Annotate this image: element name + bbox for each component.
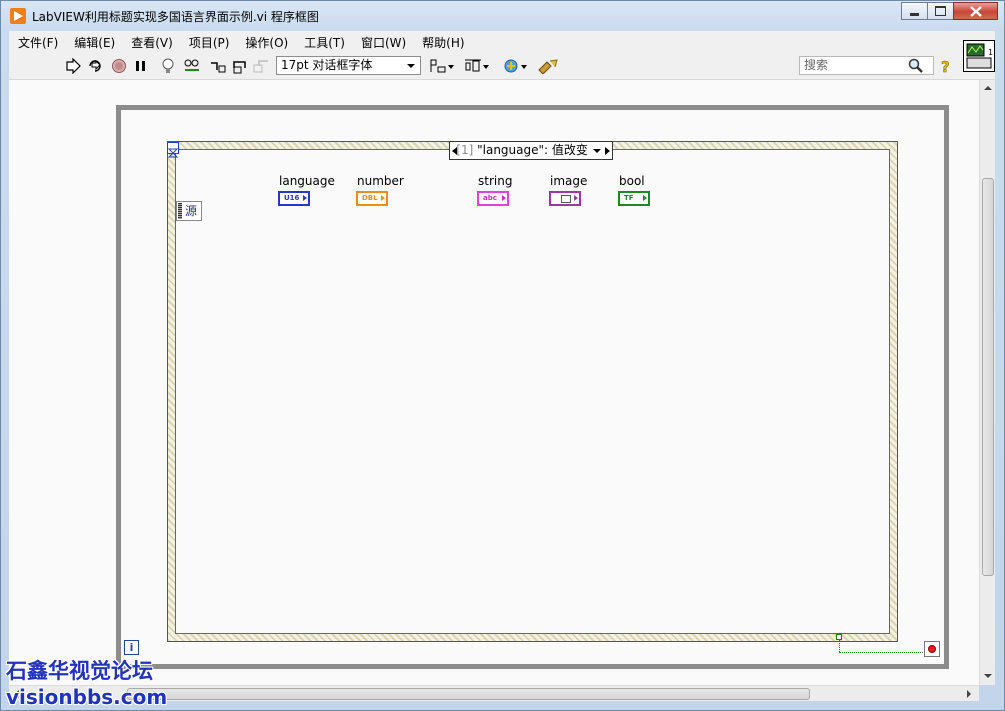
retain-wire-values-icon[interactable] bbox=[183, 58, 201, 74]
number-terminal[interactable]: DBL bbox=[356, 191, 388, 206]
stop-icon bbox=[928, 645, 936, 653]
bool-type: TF bbox=[624, 194, 634, 202]
timeout-terminal[interactable] bbox=[167, 142, 179, 158]
language-type: U16 bbox=[284, 194, 300, 202]
menu-help[interactable]: 帮助(H) bbox=[413, 34, 471, 51]
event-case-selector[interactable]: [1] "language": 值改变 bbox=[449, 141, 613, 160]
window-title: LabVIEW利用标题实现多国语言界面示例.vi 程序框图 bbox=[32, 10, 319, 24]
svg-text:1: 1 bbox=[988, 48, 993, 57]
run-arrow-icon[interactable] bbox=[64, 58, 82, 74]
image-terminal[interactable] bbox=[549, 191, 581, 206]
menu-project[interactable]: 项目(P) bbox=[180, 34, 237, 51]
menu-window[interactable]: 窗口(W) bbox=[352, 34, 413, 51]
stop-wire-horizontal[interactable] bbox=[839, 652, 925, 653]
event-structure[interactable] bbox=[167, 141, 898, 642]
hourglass-icon bbox=[167, 148, 179, 158]
minimize-button[interactable] bbox=[901, 2, 928, 20]
toolbar: 17pt 对话框字体 搜索 ? 1 bbox=[9, 40, 995, 80]
string-type: abc bbox=[483, 194, 497, 202]
menu-view[interactable]: 查看(V) bbox=[122, 34, 180, 51]
block-diagram-canvas[interactable]: [1] "language": 值改变 源 language U16 numbe… bbox=[9, 80, 979, 685]
picture-icon bbox=[561, 195, 571, 203]
step-into-icon[interactable] bbox=[209, 58, 227, 74]
vi-graph-icon: 1 bbox=[966, 43, 993, 69]
window: LabVIEW利用标题实现多国语言界面示例.vi 程序框图 文件(F) 编辑(E… bbox=[0, 0, 1005, 711]
string-label: string bbox=[478, 174, 513, 188]
align-objects-icon[interactable] bbox=[429, 58, 455, 74]
pause-icon[interactable] bbox=[132, 58, 150, 74]
scroll-right-icon[interactable] bbox=[967, 690, 971, 698]
close-button[interactable] bbox=[953, 2, 998, 20]
event-data-node[interactable]: 源 bbox=[176, 201, 202, 221]
language-terminal[interactable]: U16 bbox=[278, 191, 310, 206]
labview-icon bbox=[10, 8, 26, 24]
watermark-url: visionbbs.com bbox=[6, 685, 168, 709]
stop-wire-vertical[interactable] bbox=[839, 640, 840, 652]
chevron-left-icon[interactable] bbox=[452, 147, 457, 155]
scroll-up-icon[interactable] bbox=[984, 86, 992, 90]
maximize-button[interactable] bbox=[927, 2, 954, 20]
menu-edit[interactable]: 编辑(E) bbox=[65, 34, 122, 51]
event-source-label: 源 bbox=[185, 204, 198, 218]
chevron-right-icon[interactable] bbox=[605, 147, 610, 155]
title-bar[interactable]: LabVIEW利用标题实现多国语言界面示例.vi 程序框图 bbox=[1, 1, 1004, 31]
step-over-icon[interactable] bbox=[231, 58, 249, 74]
number-label: number bbox=[357, 174, 404, 188]
stop-terminal[interactable] bbox=[924, 641, 940, 657]
vi-icon[interactable]: 1 bbox=[963, 40, 995, 72]
svg-text:?: ? bbox=[941, 58, 950, 74]
language-label: language bbox=[279, 174, 335, 188]
bool-terminal[interactable]: TF bbox=[618, 191, 650, 206]
minimize-icon bbox=[910, 12, 919, 16]
image-label: image bbox=[550, 174, 588, 188]
distribute-objects-icon[interactable] bbox=[464, 58, 490, 74]
search-icon[interactable] bbox=[907, 58, 925, 74]
window-controls bbox=[901, 2, 998, 20]
event-case-index: [1] bbox=[456, 143, 474, 157]
scroll-down-icon[interactable] bbox=[984, 674, 992, 678]
highlight-execution-icon[interactable] bbox=[159, 58, 177, 74]
chevron-down-icon[interactable] bbox=[593, 149, 601, 153]
clean-up-diagram-icon[interactable] bbox=[537, 58, 561, 74]
iteration-terminal[interactable]: i bbox=[124, 640, 139, 655]
menu-tools[interactable]: 工具(T) bbox=[295, 34, 352, 51]
watermark-title: 石鑫华视觉论坛 bbox=[6, 659, 153, 683]
event-case-label: "language": 值改变 bbox=[477, 143, 588, 157]
font-select[interactable]: 17pt 对话框字体 bbox=[276, 56, 421, 75]
font-select-value: 17pt 对话框字体 bbox=[281, 58, 373, 72]
menu-file[interactable]: 文件(F) bbox=[9, 34, 65, 51]
vertical-scrollbar[interactable] bbox=[979, 80, 995, 685]
maximize-icon bbox=[935, 6, 946, 16]
bool-label: bool bbox=[619, 174, 645, 188]
horizontal-scroll-thumb[interactable] bbox=[127, 688, 810, 700]
reorder-icon[interactable] bbox=[502, 58, 528, 74]
step-out-icon[interactable] bbox=[253, 58, 271, 74]
string-terminal[interactable]: abc bbox=[477, 191, 509, 206]
iteration-label: i bbox=[129, 641, 134, 654]
close-icon bbox=[969, 5, 982, 17]
menu-bar: 文件(F) 编辑(E) 查看(V) 项目(P) 操作(O) 工具(T) 窗口(W… bbox=[9, 31, 995, 53]
number-type: DBL bbox=[362, 194, 378, 202]
event-case-frame bbox=[175, 149, 890, 634]
abort-icon[interactable] bbox=[110, 58, 128, 74]
help-icon[interactable]: ? bbox=[937, 58, 955, 74]
vertical-scroll-thumb[interactable] bbox=[982, 178, 994, 576]
run-continuously-icon[interactable] bbox=[86, 58, 104, 74]
search-placeholder: 搜索 bbox=[804, 58, 829, 72]
chevron-down-icon bbox=[407, 64, 415, 68]
menu-operate[interactable]: 操作(O) bbox=[236, 34, 295, 51]
